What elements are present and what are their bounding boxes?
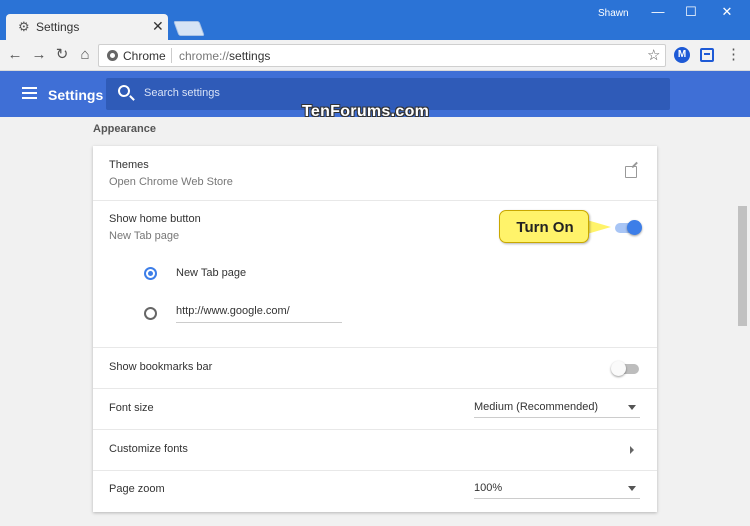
- divider: [171, 48, 172, 63]
- chrome-page-icon: [107, 50, 118, 61]
- close-window-button[interactable]: ✕: [712, 4, 742, 20]
- tab-title: Settings: [36, 20, 80, 34]
- malwarebytes-extension-icon[interactable]: M: [674, 47, 690, 63]
- toggle-knob: [627, 220, 642, 235]
- themes-row[interactable]: Themes Open Chrome Web Store: [93, 146, 657, 201]
- font-size-select[interactable]: Medium (Recommended): [474, 401, 640, 418]
- radio-custom-url[interactable]: [144, 307, 157, 320]
- bookmarks-bar-row[interactable]: Show bookmarks bar: [93, 348, 657, 389]
- customize-fonts-label: Customize fonts: [109, 443, 188, 455]
- extension-icon[interactable]: [700, 48, 714, 62]
- profile-name[interactable]: Shawn: [598, 8, 629, 19]
- maximize-button[interactable]: ☐: [676, 4, 706, 20]
- minimize-button[interactable]: —: [643, 4, 673, 19]
- radio-new-tab-page[interactable]: [144, 267, 157, 280]
- home-button-label: Show home button: [109, 213, 201, 225]
- url-path: settings: [229, 49, 271, 63]
- tab-close-button[interactable]: ✕: [152, 18, 164, 35]
- page-zoom-select[interactable]: 100%: [474, 482, 640, 499]
- bookmarks-bar-toggle[interactable]: [611, 361, 639, 376]
- watermark: TenForums.com: [302, 103, 430, 120]
- open-external-icon[interactable]: [625, 166, 637, 178]
- themes-label: Themes: [109, 159, 149, 171]
- chrome-menu-button[interactable]: ⋮: [726, 46, 741, 64]
- url-text: chrome://settings: [179, 49, 270, 63]
- site-label: Chrome: [123, 49, 166, 63]
- chevron-right-icon: [630, 446, 634, 454]
- back-button[interactable]: ←: [6, 46, 24, 64]
- callout-pointer: [587, 220, 611, 234]
- forward-button[interactable]: →: [30, 46, 48, 64]
- appearance-card: Themes Open Chrome Web Store Show home b…: [93, 146, 657, 512]
- font-size-label: Font size: [109, 402, 154, 414]
- tab-settings[interactable]: ⚙ Settings ✕: [6, 14, 168, 40]
- chevron-down-icon: [628, 486, 636, 491]
- scrollbar-thumb[interactable]: [738, 206, 747, 326]
- url-scheme: chrome://: [179, 49, 230, 63]
- reload-button[interactable]: ↻: [53, 46, 71, 64]
- home-button-toggle[interactable]: [615, 220, 642, 235]
- bookmark-star-icon[interactable]: ☆: [647, 46, 660, 64]
- callout-text: Turn On: [516, 219, 574, 236]
- radio-new-tab-label: New Tab page: [176, 267, 247, 279]
- search-icon: [118, 85, 130, 97]
- font-size-row: Font size Medium (Recommended): [93, 389, 657, 430]
- home-button-sublabel: New Tab page: [109, 230, 180, 242]
- bookmarks-bar-label: Show bookmarks bar: [109, 361, 213, 373]
- customize-fonts-row[interactable]: Customize fonts: [93, 430, 657, 471]
- home-button[interactable]: ⌂: [76, 46, 94, 64]
- search-placeholder: Search settings: [144, 87, 220, 99]
- themes-sublabel: Open Chrome Web Store: [109, 176, 233, 188]
- chevron-down-icon: [628, 405, 636, 410]
- new-tab-button[interactable]: [173, 21, 205, 36]
- gear-icon: ⚙: [18, 19, 30, 34]
- page-zoom-label: Page zoom: [109, 483, 165, 495]
- font-size-value: Medium (Recommended): [474, 401, 599, 413]
- toggle-knob: [611, 361, 626, 376]
- section-title-appearance: Appearance: [93, 123, 156, 135]
- hamburger-menu-icon[interactable]: [22, 87, 37, 99]
- browser-toolbar: ← → ↻ ⌂ Chrome chrome://settings ☆ M ⋮: [0, 40, 750, 71]
- address-bar[interactable]: Chrome chrome://settings ☆: [98, 44, 666, 67]
- title-bar: ⚙ Settings ✕ Shawn — ☐ ✕: [0, 0, 750, 40]
- turn-on-callout: Turn On: [499, 210, 589, 243]
- page-zoom-row: Page zoom 100%: [93, 471, 657, 512]
- page-title: Settings: [48, 87, 104, 103]
- page-zoom-value: 100%: [474, 482, 503, 494]
- custom-url-input[interactable]: http://www.google.com/: [176, 305, 342, 323]
